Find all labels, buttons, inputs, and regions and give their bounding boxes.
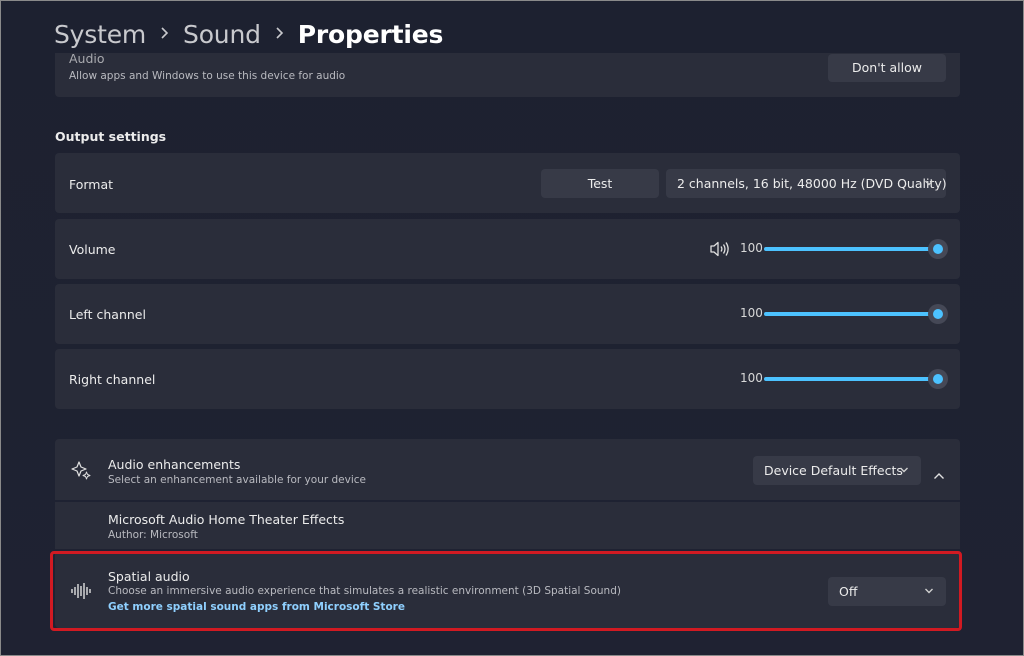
test-button[interactable]: Test — [541, 169, 659, 198]
dont-allow-button[interactable]: Don't allow — [828, 54, 946, 82]
spatial-audio-selected: Off — [839, 584, 858, 599]
spatial-store-link[interactable]: Get more spatial sound apps from Microso… — [108, 601, 405, 613]
chevron-down-icon — [924, 179, 934, 187]
right-channel-slider-thumb[interactable] — [928, 369, 948, 389]
spatial-audio-subtitle: Choose an immersive audio experience tha… — [108, 585, 621, 597]
format-card: Format Test 2 channels, 16 bit, 48000 Hz… — [55, 153, 960, 213]
format-dropdown[interactable]: 2 channels, 16 bit, 48000 Hz (DVD Qualit… — [666, 169, 947, 198]
effect-title: Microsoft Audio Home Theater Effects — [108, 512, 345, 527]
sparkle-icon — [71, 460, 91, 484]
volume-label: Volume — [69, 242, 116, 257]
speaker-icon[interactable] — [709, 240, 731, 262]
breadcrumb-system[interactable]: System — [54, 17, 146, 53]
left-channel-slider[interactable] — [764, 304, 948, 324]
audio-enhancements-title: Audio enhancements — [108, 457, 241, 472]
audio-enhancements-card[interactable]: Audio enhancements Select an enhancement… — [55, 439, 960, 500]
format-selected: 2 channels, 16 bit, 48000 Hz (DVD Qualit… — [677, 176, 947, 191]
format-label: Format — [69, 177, 114, 192]
volume-slider-track — [764, 247, 938, 251]
page-title: Properties — [297, 20, 444, 49]
left-channel-slider-track — [764, 312, 938, 316]
waveform-icon — [70, 582, 92, 604]
audio-access-subtitle: Allow apps and Windows to use this devic… — [69, 70, 346, 82]
volume-slider-thumb[interactable] — [928, 239, 948, 259]
chevron-up-icon[interactable] — [933, 465, 945, 484]
output-settings-heading: Output settings — [55, 129, 167, 144]
audio-access-title: Audio — [69, 53, 105, 66]
right-channel-value: 100 — [740, 371, 763, 385]
enhancements-selected: Device Default Effects — [764, 463, 903, 478]
spatial-audio-card: Spatial audio Choose an immersive audio … — [55, 553, 960, 628]
audio-access-card: Audio Allow apps and Windows to use this… — [55, 53, 960, 97]
left-channel-value: 100 — [740, 306, 763, 320]
right-channel-slider-track — [764, 377, 938, 381]
volume-card: Volume 100 — [55, 219, 960, 279]
chevron-down-icon — [899, 466, 909, 474]
enhancements-dropdown[interactable]: Device Default Effects — [753, 456, 921, 485]
effect-detail-card: Microsoft Audio Home Theater Effects Aut… — [55, 502, 960, 549]
right-channel-slider[interactable] — [764, 369, 948, 389]
chevron-right-icon — [275, 17, 284, 53]
left-channel-card: Left channel 100 — [55, 284, 960, 344]
right-channel-label: Right channel — [69, 372, 156, 387]
spatial-audio-dropdown[interactable]: Off — [828, 577, 946, 606]
right-channel-card: Right channel 100 — [55, 349, 960, 409]
left-channel-label: Left channel — [69, 307, 146, 322]
volume-value: 100 — [740, 241, 763, 255]
breadcrumb: System Sound Properties — [54, 17, 443, 53]
settings-window: System Sound Properties Audio Allow apps… — [0, 0, 1024, 656]
breadcrumb-sound[interactable]: Sound — [183, 17, 261, 53]
effect-author: Author: Microsoft — [108, 529, 198, 541]
volume-slider[interactable] — [764, 239, 948, 259]
chevron-right-icon — [160, 17, 169, 53]
chevron-down-icon — [924, 587, 934, 595]
spatial-audio-title: Spatial audio — [108, 569, 190, 584]
audio-enhancements-subtitle: Select an enhancement available for your… — [108, 474, 366, 486]
left-channel-slider-thumb[interactable] — [928, 304, 948, 324]
